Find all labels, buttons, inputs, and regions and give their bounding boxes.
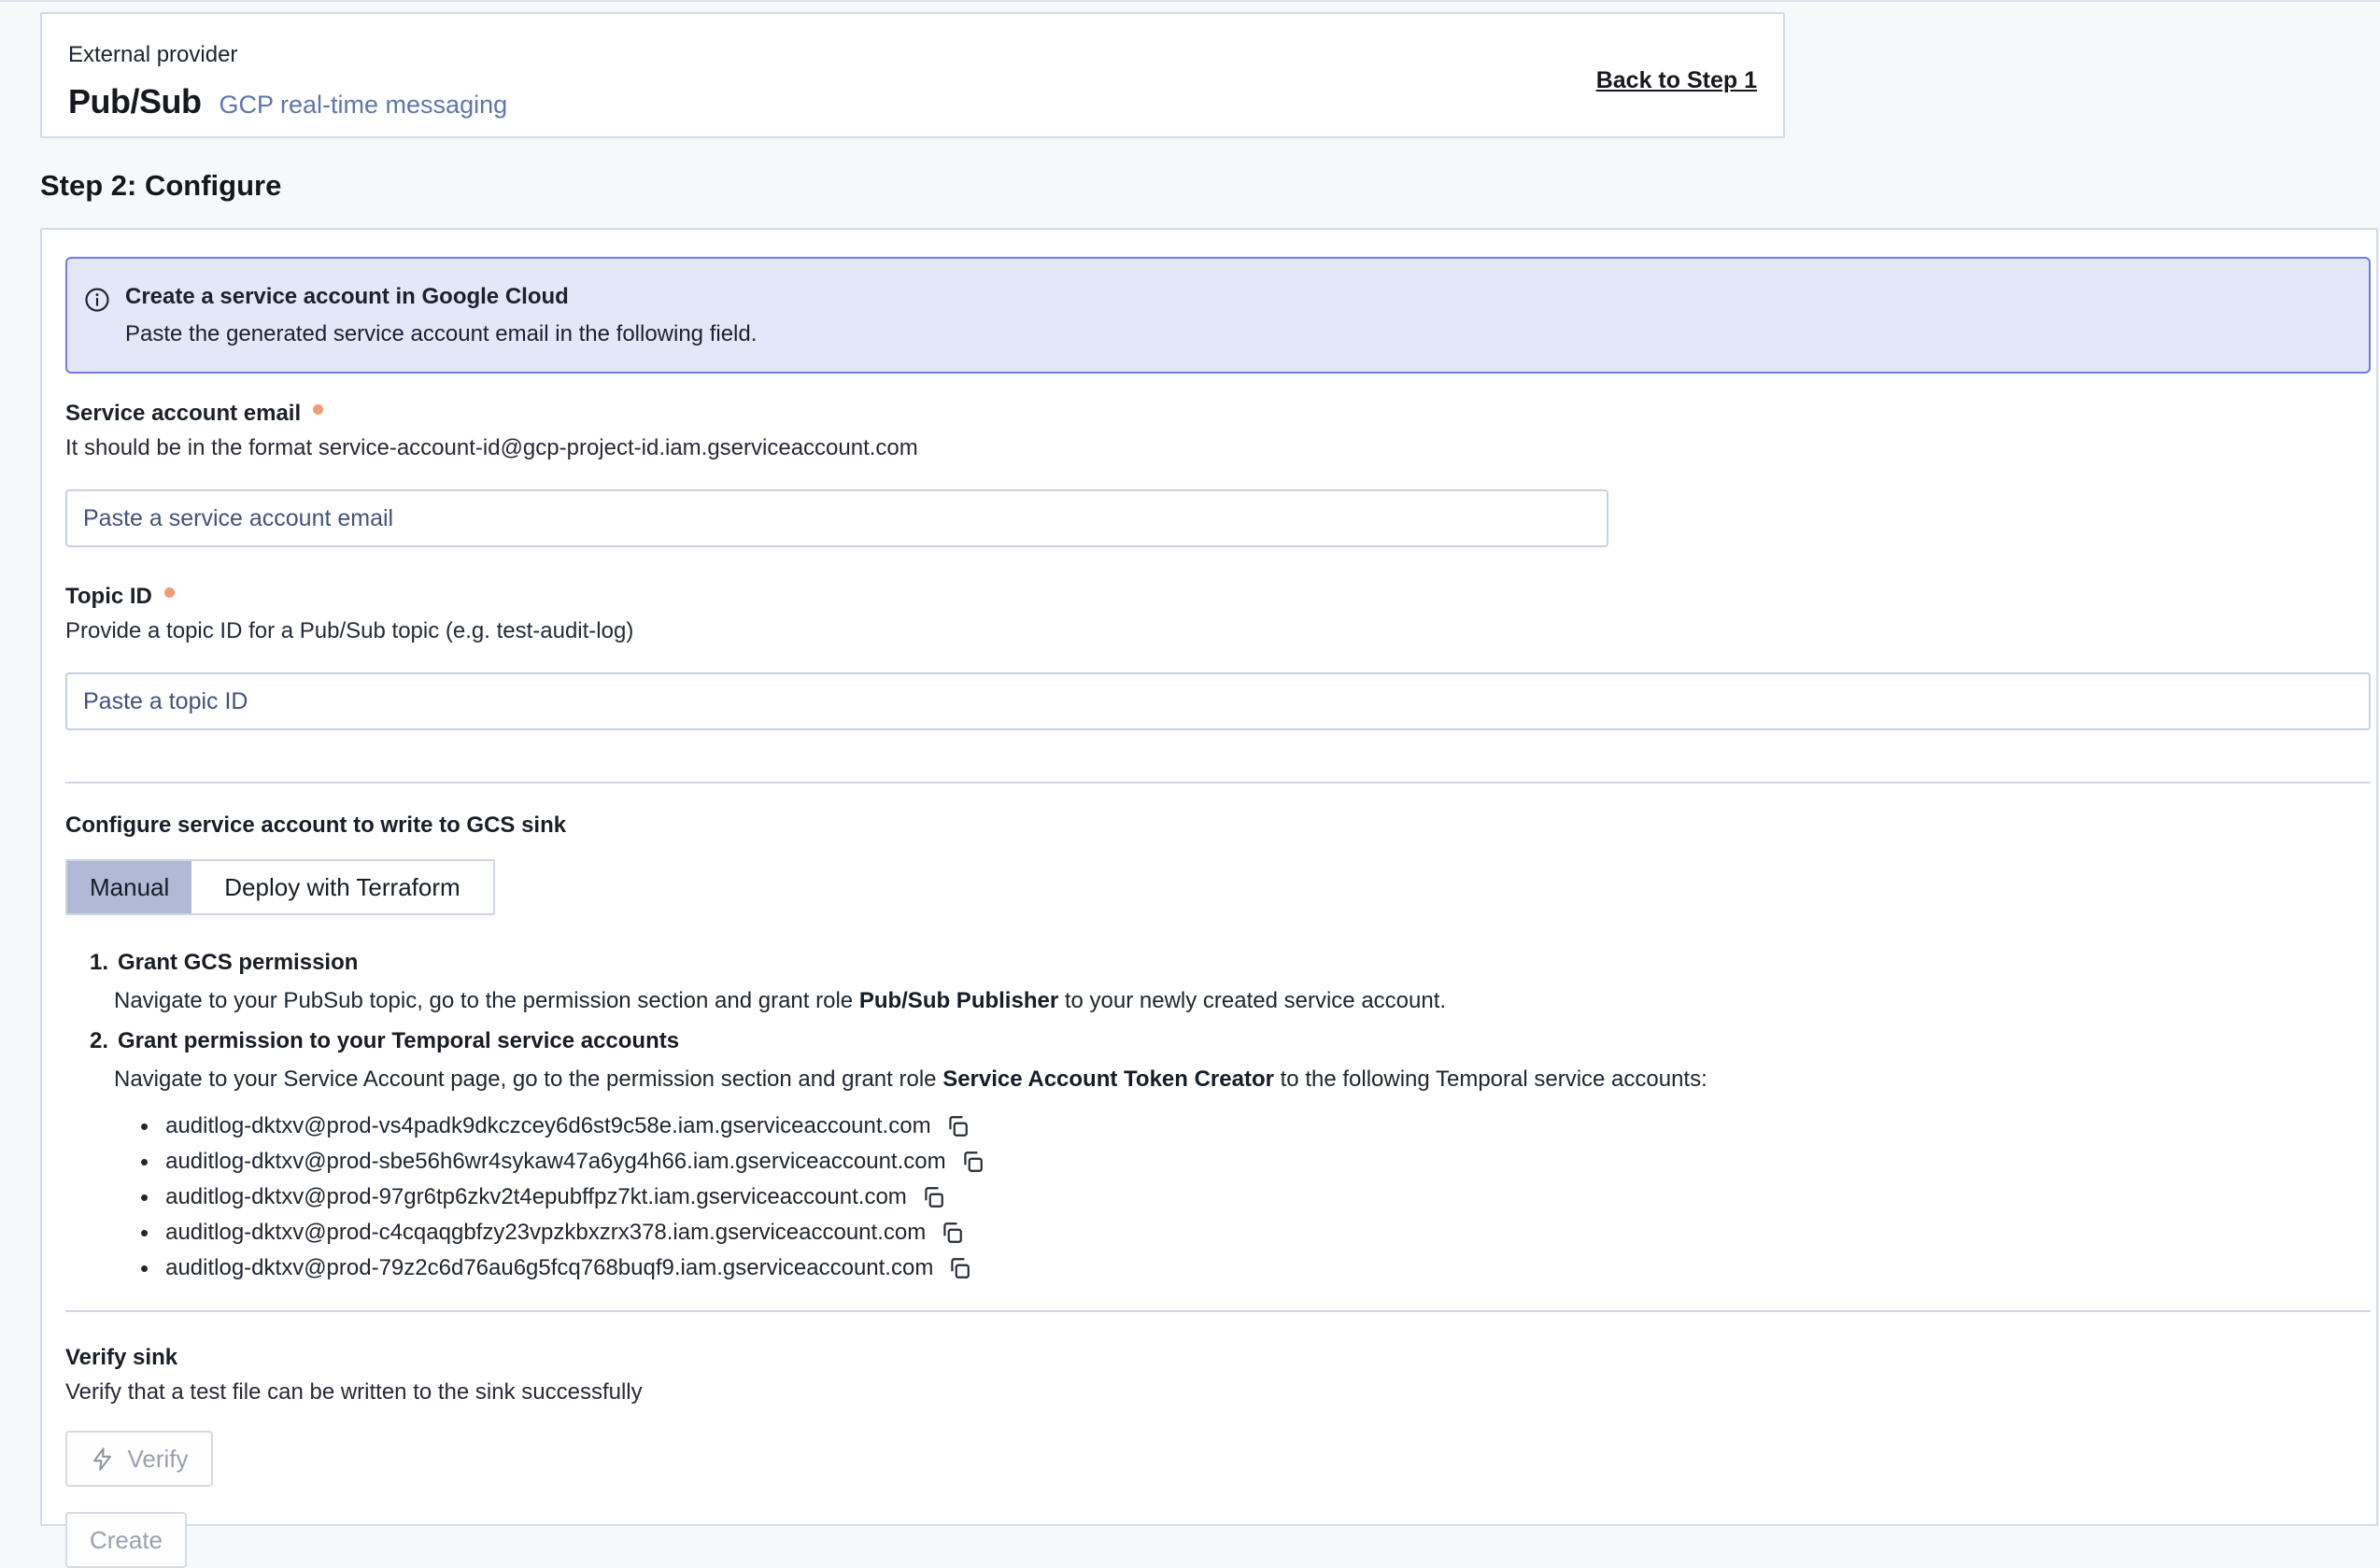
- service-account-email: auditlog-dktxv@prod-sbe56h6wr4sykaw47a6y…: [165, 1149, 945, 1175]
- list-item: • auditlog-dktxv@prod-79z2c6d76au6g5fcq7…: [140, 1250, 2371, 1286]
- info-banner-title: Create a service account in Google Cloud: [125, 284, 757, 310]
- service-account-email-label-text: Service account email: [65, 401, 301, 427]
- bullet: •: [140, 1254, 149, 1283]
- tab-deploy-with-terraform[interactable]: Deploy with Terraform: [191, 861, 492, 913]
- service-account-email-label: Service account email: [65, 401, 2371, 427]
- back-to-step-1-link[interactable]: Back to Step 1: [1596, 67, 1757, 94]
- configure-section-heading: Configure service account to write to GC…: [65, 812, 2371, 839]
- service-account-email-helper: It should be in the format service-accou…: [65, 435, 2371, 461]
- tab-manual[interactable]: Manual: [67, 861, 191, 913]
- topic-id-helper: Provide a topic ID for a Pub/Sub topic (…: [65, 618, 2371, 644]
- copy-icon[interactable]: [921, 1185, 945, 1209]
- bullet: •: [140, 1219, 149, 1248]
- page-title: Step 2: Configure: [40, 169, 2380, 203]
- section-divider: [65, 1310, 2371, 1312]
- step-grant-temporal-permission: 2. Grant permission to your Temporal ser…: [90, 1028, 2371, 1286]
- verify-sink-heading: Verify sink: [65, 1345, 2371, 1371]
- step-body: Navigate to your Service Account page, g…: [114, 1067, 2371, 1093]
- copy-icon[interactable]: [945, 1114, 970, 1138]
- create-button[interactable]: Create: [65, 1512, 187, 1568]
- service-account-email: auditlog-dktxv@prod-vs4padk9dkczcey6d6st…: [165, 1113, 930, 1139]
- configure-card: Create a service account in Google Cloud…: [40, 228, 2378, 1526]
- list-item: • auditlog-dktxv@prod-c4cqaqgbfzy23vpzkb…: [140, 1215, 2371, 1250]
- required-dot: [164, 587, 175, 598]
- provider-eyebrow: External provider: [68, 42, 1757, 68]
- service-account-email: auditlog-dktxv@prod-79z2c6d76au6g5fcq768…: [165, 1255, 933, 1281]
- topic-id-label-text: Topic ID: [65, 584, 152, 610]
- configure-method-tabs: Manual Deploy with Terraform: [65, 859, 495, 915]
- step-title: Grant GCS permission: [118, 950, 358, 976]
- bullet: •: [140, 1183, 149, 1212]
- topic-id-label: Topic ID: [65, 584, 2371, 610]
- list-item: • auditlog-dktxv@prod-sbe56h6wr4sykaw47a…: [140, 1144, 2371, 1180]
- info-banner-body: Paste the generated service account emai…: [125, 321, 757, 347]
- verify-sink-helper: Verify that a test file can be written t…: [65, 1379, 2371, 1406]
- verify-button-label: Verify: [127, 1445, 188, 1474]
- bullet: •: [140, 1112, 149, 1141]
- step-title: Grant permission to your Temporal servic…: [118, 1028, 679, 1054]
- list-item: • auditlog-dktxv@prod-97gr6tp6zkv2t4epub…: [140, 1180, 2371, 1215]
- service-account-email: auditlog-dktxv@prod-c4cqaqgbfzy23vpzkbxz…: [165, 1220, 926, 1246]
- service-account-email-input[interactable]: [65, 489, 1608, 547]
- manual-steps: 1. Grant GCS permission Navigate to your…: [65, 950, 2371, 1286]
- provider-name: Pub/Sub: [68, 82, 202, 121]
- provider-tagline: GCP real-time messaging: [220, 91, 508, 120]
- topic-id-input[interactable]: [65, 672, 2371, 730]
- info-circle-icon: [83, 286, 111, 314]
- copy-icon[interactable]: [960, 1150, 985, 1174]
- verify-button[interactable]: Verify: [65, 1431, 213, 1487]
- step-grant-gcs-permission: 1. Grant GCS permission Navigate to your…: [90, 950, 2371, 1014]
- step-number: 2.: [90, 1028, 108, 1054]
- provider-card: External provider Pub/Sub GCP real-time …: [40, 12, 1785, 138]
- step-body: Navigate to your PubSub topic, go to the…: [114, 988, 2371, 1014]
- copy-icon[interactable]: [940, 1221, 964, 1245]
- section-divider: [65, 782, 2371, 784]
- copy-icon[interactable]: [947, 1256, 971, 1280]
- create-button-label: Create: [90, 1526, 163, 1555]
- list-item: • auditlog-dktxv@prod-vs4padk9dkczcey6d6…: [140, 1109, 2371, 1144]
- temporal-service-account-list: • auditlog-dktxv@prod-vs4padk9dkczcey6d6…: [90, 1109, 2371, 1286]
- service-account-email: auditlog-dktxv@prod-97gr6tp6zkv2t4epubff…: [165, 1184, 907, 1210]
- step-number: 1.: [90, 950, 108, 976]
- required-dot: [313, 404, 323, 415]
- lightning-bolt-icon: [90, 1447, 115, 1472]
- info-banner: Create a service account in Google Cloud…: [65, 257, 2371, 374]
- bullet: •: [140, 1148, 149, 1177]
